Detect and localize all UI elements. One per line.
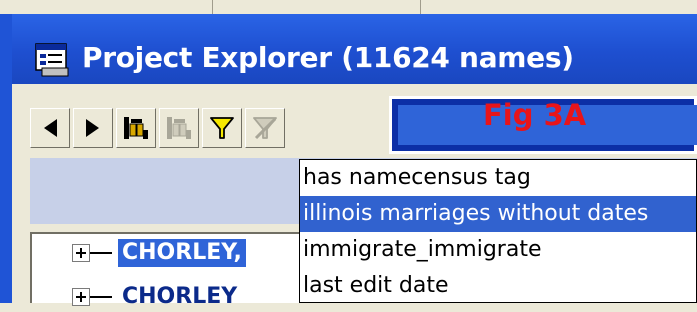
filter-clear-icon <box>253 117 277 140</box>
tree-row[interactable]: CHORLEY <box>72 282 241 312</box>
filter-option[interactable]: last edit date <box>300 268 696 302</box>
filter-option[interactable]: has namecensus tag <box>300 160 696 196</box>
arrow-left-icon <box>44 119 57 137</box>
tree-row-label: CHORLEY, <box>118 239 246 267</box>
project-window-icon <box>35 43 69 77</box>
tree-expand-icon[interactable] <box>72 244 90 262</box>
filter-option[interactable]: immigrate_immigrate <box>300 232 696 268</box>
top-strip <box>0 0 697 15</box>
back-button[interactable] <box>30 108 70 148</box>
arrow-right-icon <box>86 119 99 137</box>
tree-expand-icon[interactable] <box>72 288 90 306</box>
top-strip-divider <box>420 0 421 14</box>
find-binoculars-icon <box>124 117 148 139</box>
explorer-toolbar <box>30 108 285 150</box>
window-frame-left <box>0 14 12 303</box>
window-title: Project Explorer (11624 names) <box>82 41 574 74</box>
tree-connector <box>90 252 112 254</box>
window-titlebar[interactable]: Project Explorer (11624 names) <box>12 14 697 84</box>
filter-button[interactable] <box>202 108 242 148</box>
tree-connector <box>90 296 112 298</box>
forward-button[interactable] <box>73 108 113 148</box>
find-button[interactable] <box>116 108 156 148</box>
tree-row-label: CHORLEY <box>122 284 238 309</box>
find-next-button[interactable] <box>159 108 199 148</box>
filter-options-list: has namecensus tag illinois marriages wi… <box>299 159 697 303</box>
filter-funnel-icon <box>210 117 234 139</box>
find-binoculars-disabled-icon <box>167 117 191 139</box>
clear-filter-button[interactable] <box>245 108 285 148</box>
figure-label: Fig 3A <box>483 98 587 132</box>
filter-option-selected[interactable]: illinois marriages without dates <box>300 196 696 232</box>
tree-row[interactable]: CHORLEY, <box>72 238 246 268</box>
top-strip-divider <box>212 0 213 14</box>
